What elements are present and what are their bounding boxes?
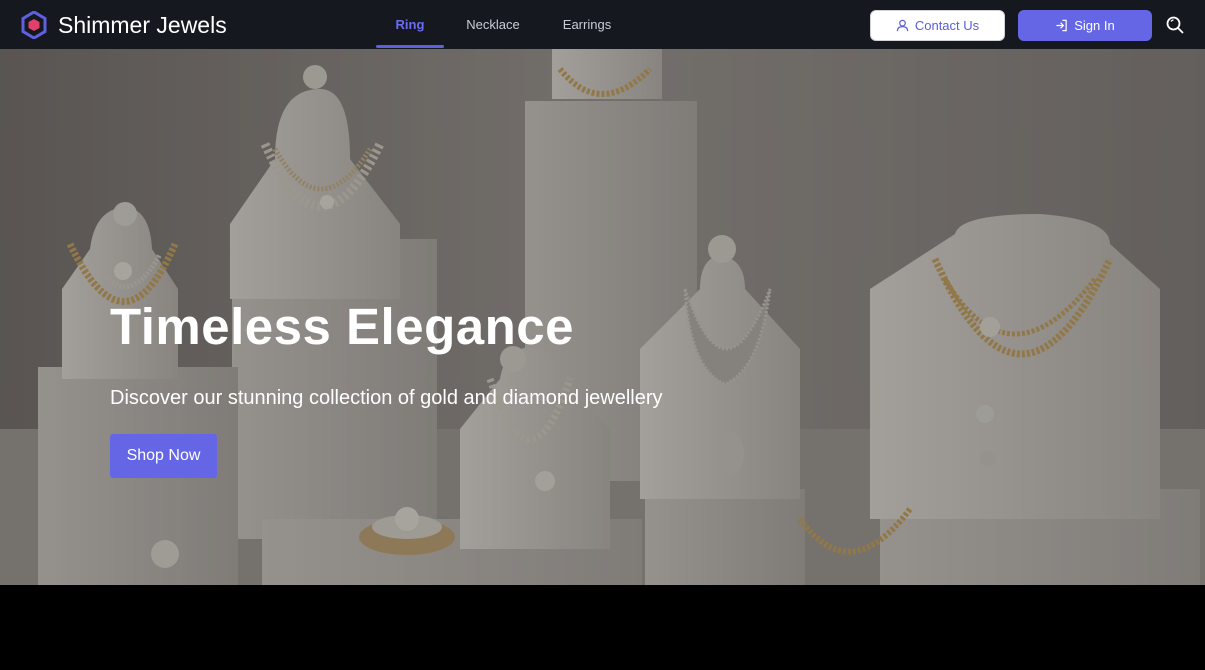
tab-necklace[interactable]: Necklace (446, 0, 540, 49)
sign-in-label: Sign In (1074, 18, 1115, 33)
contact-us-label: Contact Us (914, 18, 980, 33)
nav-tabs: Ring Necklace Earrings (376, 0, 632, 49)
sign-in-icon (1056, 19, 1067, 32)
hero-banner: Timeless Elegance Discover our stunning … (0, 49, 1205, 585)
shop-now-button[interactable]: Shop Now (110, 434, 217, 478)
search-icon[interactable] (1165, 15, 1185, 35)
tab-earrings[interactable]: Earrings (542, 0, 632, 49)
user-icon (896, 19, 909, 32)
hexagon-logo-icon (21, 11, 47, 39)
tab-ring[interactable]: Ring (376, 0, 444, 49)
contact-us-button[interactable]: Contact Us (870, 10, 1005, 41)
top-navbar: Shimmer Jewels Ring Necklace Earrings Co… (0, 0, 1205, 49)
hero-title: Timeless Elegance (110, 298, 574, 355)
sign-in-button[interactable]: Sign In (1018, 10, 1152, 41)
brand-name: Shimmer Jewels (58, 12, 227, 38)
hero-subtitle: Discover our stunning collection of gold… (110, 387, 663, 409)
page: Shimmer Jewels Ring Necklace Earrings Co… (0, 0, 1205, 670)
brand[interactable]: Shimmer Jewels (21, 11, 227, 39)
page-below-hero (0, 585, 1205, 670)
